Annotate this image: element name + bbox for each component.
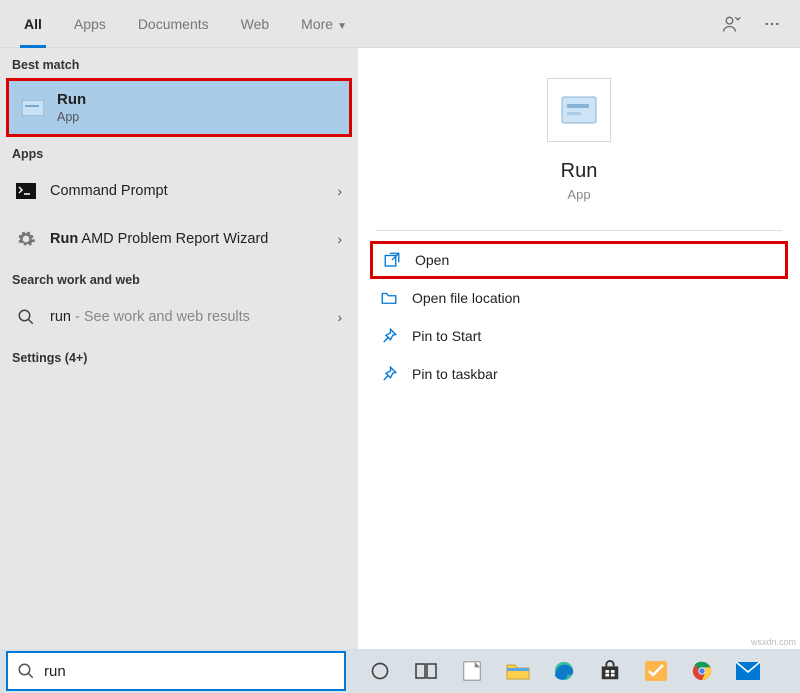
- preview-panel: Run App Open Open file location P: [358, 48, 800, 649]
- chevron-right-icon[interactable]: ›: [333, 183, 346, 199]
- taskbar-app-edge-icon[interactable]: [542, 649, 586, 693]
- taskbar-taskview-icon[interactable]: [404, 649, 448, 693]
- action-pin-to-taskbar-label: Pin to taskbar: [412, 366, 498, 382]
- taskbar-app-libreoffice-icon[interactable]: [450, 649, 494, 693]
- result-web-run[interactable]: run - See work and web results ›: [0, 293, 358, 341]
- tab-more[interactable]: More ▼: [285, 0, 363, 48]
- action-open-file-location-label: Open file location: [412, 290, 520, 306]
- taskbar-app-chrome-icon[interactable]: [680, 649, 724, 693]
- taskbar-cortana-icon[interactable]: [358, 649, 402, 693]
- search-work-web-label: Search work and web: [0, 263, 358, 293]
- tab-apps[interactable]: Apps: [58, 0, 122, 48]
- best-match-subtitle: App: [57, 110, 86, 124]
- command-prompt-icon: [12, 177, 40, 205]
- action-pin-to-start[interactable]: Pin to Start: [370, 317, 788, 355]
- search-input[interactable]: [44, 653, 344, 689]
- best-match-label: Best match: [0, 48, 358, 78]
- preview-subtitle: App: [567, 187, 590, 202]
- result-run-amd[interactable]: Run AMD Problem Report Wizard ›: [0, 215, 358, 263]
- taskbar: [0, 649, 800, 693]
- chevron-down-icon: ▼: [337, 21, 347, 32]
- run-app-icon: [561, 96, 597, 124]
- result-command-prompt-label: Command Prompt: [50, 183, 333, 199]
- open-icon: [379, 247, 405, 273]
- tab-documents[interactable]: Documents: [122, 0, 225, 48]
- chevron-right-icon[interactable]: ›: [333, 231, 346, 247]
- watermark: wsxdn.com: [751, 637, 796, 647]
- result-run-amd-label: Run AMD Problem Report Wizard: [50, 231, 333, 247]
- action-pin-to-start-label: Pin to Start: [412, 328, 481, 344]
- action-open[interactable]: Open: [370, 241, 788, 279]
- tab-more-label: More: [301, 16, 333, 32]
- preview-tile: [547, 78, 611, 142]
- run-icon: [19, 94, 47, 122]
- search-tabs: All Apps Documents Web More ▼: [0, 0, 800, 48]
- best-match-result[interactable]: Run App: [6, 78, 352, 137]
- taskbar-search[interactable]: [6, 651, 346, 691]
- results-panel: Best match Run App Apps Command Prompt ›…: [0, 48, 358, 649]
- best-match-title: Run: [57, 91, 86, 108]
- pin-icon: [376, 323, 402, 349]
- more-options-icon[interactable]: [752, 4, 792, 44]
- action-open-file-location[interactable]: Open file location: [370, 279, 788, 317]
- tab-web[interactable]: Web: [225, 0, 286, 48]
- result-web-run-label: run - See work and web results: [50, 309, 333, 325]
- search-icon: [12, 303, 40, 331]
- settings-label[interactable]: Settings (4+): [0, 341, 358, 371]
- preview-title: Run: [561, 160, 598, 183]
- apps-section-label: Apps: [0, 137, 358, 167]
- taskbar-app-mail-icon[interactable]: [726, 649, 770, 693]
- taskbar-app-store-icon[interactable]: [588, 649, 632, 693]
- tab-all[interactable]: All: [8, 0, 58, 48]
- chevron-right-icon[interactable]: ›: [333, 309, 346, 325]
- action-pin-to-taskbar[interactable]: Pin to taskbar: [370, 355, 788, 393]
- feedback-icon[interactable]: [712, 4, 752, 44]
- action-open-label: Open: [415, 252, 449, 268]
- folder-icon: [376, 285, 402, 311]
- result-command-prompt[interactable]: Command Prompt ›: [0, 167, 358, 215]
- divider: [376, 230, 782, 231]
- pin-icon: [376, 361, 402, 387]
- taskbar-app-security-icon[interactable]: [634, 649, 678, 693]
- gear-icon: [12, 225, 40, 253]
- search-icon: [8, 662, 44, 680]
- taskbar-app-explorer-icon[interactable]: [496, 649, 540, 693]
